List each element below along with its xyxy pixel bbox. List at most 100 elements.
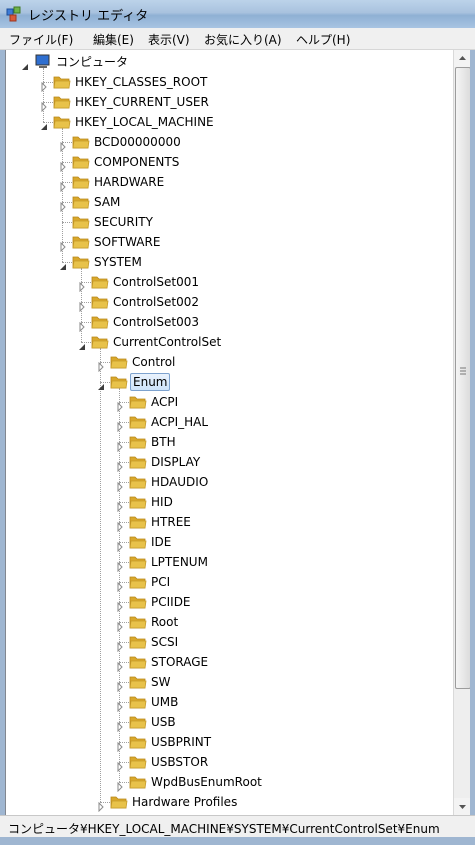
collapsed-triangle-icon[interactable] <box>115 517 125 533</box>
tree-item-label[interactable]: LPTENUM <box>149 555 210 569</box>
tree-item[interactable]: HID <box>6 492 446 513</box>
collapsed-triangle-icon[interactable] <box>115 617 125 633</box>
tree-item-label[interactable]: Control <box>130 355 177 369</box>
tree-item[interactable]: STORAGE <box>6 652 446 673</box>
expanded-triangle-icon[interactable] <box>20 57 30 70</box>
tree-item-label[interactable]: HKEY_CURRENT_USER <box>73 95 211 109</box>
collapsed-triangle-icon[interactable] <box>115 477 125 493</box>
collapsed-triangle-icon[interactable] <box>39 77 49 93</box>
tree-item[interactable]: コンピュータ <box>6 52 446 72</box>
tree-item-label[interactable]: SYSTEM <box>92 255 144 269</box>
scroll-thumb[interactable] <box>455 67 471 689</box>
expanded-triangle-icon[interactable] <box>39 117 49 130</box>
menu-view[interactable]: 表示(V) <box>148 31 190 48</box>
collapsed-triangle-icon[interactable] <box>58 197 68 213</box>
tree-item-label[interactable]: Enum <box>130 373 171 391</box>
vertical-scrollbar[interactable] <box>453 50 471 815</box>
tree-item-label[interactable]: SOFTWARE <box>92 235 162 249</box>
tree-item-label[interactable]: BCD00000000 <box>92 135 183 149</box>
tree-item-label[interactable]: DISPLAY <box>149 455 202 469</box>
tree-item-label[interactable]: COMPONENTS <box>92 155 181 169</box>
tree-item-label[interactable]: UMB <box>149 695 180 709</box>
collapsed-triangle-icon[interactable] <box>58 237 68 253</box>
tree-item-label[interactable]: WpdBusEnumRoot <box>149 775 264 789</box>
tree-item[interactable]: IDE <box>6 532 446 553</box>
collapsed-triangle-icon[interactable] <box>115 577 125 593</box>
tree-item[interactable]: ControlSet003 <box>6 312 446 333</box>
tree-item-label[interactable]: SECURITY <box>92 215 155 229</box>
tree-item[interactable]: Control <box>6 352 446 373</box>
tree-item[interactable]: USB <box>6 712 446 733</box>
collapsed-triangle-icon[interactable] <box>115 757 125 773</box>
tree-item[interactable]: WpdBusEnumRoot <box>6 772 446 793</box>
menu-favorites[interactable]: お気に入り(A) <box>204 31 282 48</box>
tree-item[interactable]: SW <box>6 672 446 693</box>
tree-item[interactable]: LPTENUM <box>6 552 446 573</box>
collapsed-triangle-icon[interactable] <box>115 557 125 573</box>
tree-item[interactable]: SCSI <box>6 632 446 653</box>
collapsed-triangle-icon[interactable] <box>58 137 68 153</box>
expanded-triangle-icon[interactable] <box>58 257 68 270</box>
tree-item-label[interactable]: USBPRINT <box>149 735 213 749</box>
tree-item[interactable]: HKEY_CURRENT_USER <box>6 92 446 113</box>
tree-item[interactable]: DISPLAY <box>6 452 446 473</box>
title-bar[interactable]: レジストリ エディタ <box>0 0 475 29</box>
tree-item-label[interactable]: USBSTOR <box>149 755 210 769</box>
tree-item-label[interactable]: STORAGE <box>149 655 210 669</box>
collapsed-triangle-icon[interactable] <box>115 537 125 553</box>
collapsed-triangle-icon[interactable] <box>115 657 125 673</box>
tree-item-label[interactable]: SCSI <box>149 635 180 649</box>
tree-item-label[interactable]: コンピュータ <box>54 55 130 69</box>
tree-item-label[interactable]: ACPI <box>149 395 180 409</box>
tree-item-label[interactable]: ControlSet001 <box>111 275 201 289</box>
tree-item[interactable]: SYSTEM <box>6 252 446 272</box>
collapsed-triangle-icon[interactable] <box>77 317 87 333</box>
collapsed-triangle-icon[interactable] <box>96 357 106 373</box>
collapsed-triangle-icon[interactable] <box>77 297 87 313</box>
collapsed-triangle-icon[interactable] <box>115 497 125 513</box>
tree-item-label[interactable]: HTREE <box>149 515 193 529</box>
collapsed-triangle-icon[interactable] <box>39 97 49 113</box>
collapsed-triangle-icon[interactable] <box>58 177 68 193</box>
tree-item-label[interactable]: HARDWARE <box>92 175 166 189</box>
tree-item[interactable]: HARDWARE <box>6 172 446 193</box>
tree-item[interactable]: ACPI <box>6 392 446 413</box>
tree-item[interactable]: Hardware Profiles <box>6 792 446 813</box>
tree-item-label[interactable]: HKEY_LOCAL_MACHINE <box>73 115 216 129</box>
collapsed-triangle-icon[interactable] <box>115 717 125 733</box>
tree-item-label[interactable]: PCI <box>149 575 172 589</box>
tree-item[interactable]: BTH <box>6 432 446 453</box>
tree-item-label[interactable]: SAM <box>92 195 122 209</box>
menu-edit[interactable]: 編集(E) <box>93 31 134 48</box>
tree-item[interactable]: PCIIDE <box>6 592 446 613</box>
tree-item-label[interactable]: Hardware Profiles <box>130 795 239 809</box>
menu-help[interactable]: ヘルプ(H) <box>296 31 350 48</box>
tree-item-label[interactable]: CurrentControlSet <box>111 335 223 349</box>
tree-item[interactable]: HKEY_CLASSES_ROOT <box>6 72 446 93</box>
tree-item[interactable]: HKEY_LOCAL_MACHINE <box>6 112 446 132</box>
tree-item-label[interactable]: PCIIDE <box>149 595 193 609</box>
tree-item-label[interactable]: HKEY_CLASSES_ROOT <box>73 75 209 89</box>
tree-item[interactable]: HTREE <box>6 512 446 533</box>
collapsed-triangle-icon[interactable] <box>115 457 125 473</box>
collapsed-triangle-icon[interactable] <box>115 397 125 413</box>
collapsed-triangle-icon[interactable] <box>115 597 125 613</box>
collapsed-triangle-icon[interactable] <box>115 737 125 753</box>
scroll-up-button[interactable] <box>454 50 471 67</box>
tree-item[interactable]: SECURITY <box>6 212 446 232</box>
collapsed-triangle-icon[interactable] <box>58 157 68 173</box>
expanded-triangle-icon[interactable] <box>77 337 87 350</box>
collapsed-triangle-icon[interactable] <box>115 437 125 453</box>
collapsed-triangle-icon[interactable] <box>115 677 125 693</box>
tree-item[interactable]: COMPONENTS <box>6 152 446 173</box>
tree-item[interactable]: SOFTWARE <box>6 232 446 253</box>
tree-item[interactable]: ControlSet002 <box>6 292 446 313</box>
tree-item-label[interactable]: USB <box>149 715 178 729</box>
tree-item[interactable]: PCI <box>6 572 446 593</box>
tree-item-label[interactable]: SW <box>149 675 172 689</box>
tree-item[interactable]: BCD00000000 <box>6 132 446 153</box>
registry-tree[interactable]: コンピュータ HKEY_CLASSES_ROOT HKEY_CURRENT_USER… <box>5 50 454 815</box>
collapsed-triangle-icon[interactable] <box>115 697 125 713</box>
tree-item[interactable]: ACPI_HAL <box>6 412 446 433</box>
tree-item-label[interactable]: BTH <box>149 435 178 449</box>
